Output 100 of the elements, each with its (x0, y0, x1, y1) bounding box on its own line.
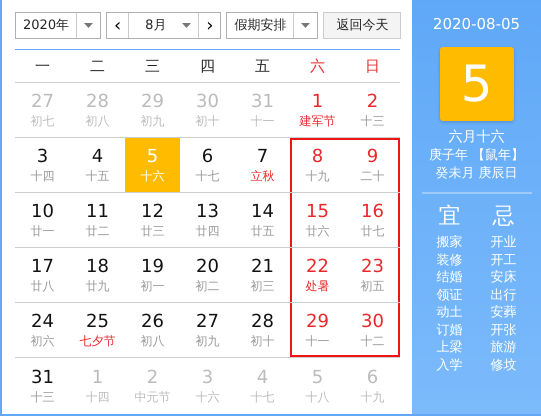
lunar-date: 中元节 (134, 388, 170, 404)
day-number: 2 (146, 366, 158, 388)
month-value: 8月 (144, 16, 168, 35)
today-button[interactable]: 返回今天 (323, 12, 402, 39)
day-number: 5 (312, 366, 324, 388)
lunar-date: 十三 (360, 113, 384, 129)
day-number: 12 (141, 201, 164, 223)
almanac-item: 旅游 (490, 339, 516, 356)
almanac-item: 安床 (490, 269, 516, 286)
day-number: 31 (251, 91, 274, 113)
day-cell[interactable]: 6 十七 (180, 138, 235, 192)
day-cell[interactable]: 19 初一 (125, 248, 180, 302)
lunar-date: 廿三 (140, 223, 164, 239)
day-number: 29 (141, 91, 164, 113)
day-cell[interactable]: 17 廿八 (15, 248, 70, 302)
day-cell[interactable]: 12 廿三 (125, 193, 180, 247)
day-cell[interactable]: 27 初九 (180, 303, 235, 357)
day-number: 30 (361, 311, 384, 333)
day-number: 24 (31, 311, 54, 333)
lunar-date: 十一 (306, 333, 330, 349)
day-number: 8 (312, 146, 324, 168)
day-cell[interactable]: 21 初三 (235, 248, 290, 302)
lunar-date: 初十 (196, 113, 220, 129)
weekday-label: 三 (144, 56, 161, 77)
lunar-date-text: 六月十六 (448, 128, 504, 147)
ganzhi-year: 庚子年 【鼠年】 (428, 147, 524, 165)
lunar-date: 十二 (360, 333, 384, 349)
day-cell[interactable]: 15 廿六 (290, 193, 345, 247)
almanac-item: 开张 (490, 322, 516, 339)
ganzhi-month-day: 癸未月 庚辰日 (435, 165, 518, 183)
day-number: 3 (36, 146, 48, 168)
day-number: 4 (256, 366, 268, 388)
day-cell[interactable]: 25 七夕节 (70, 303, 125, 357)
month-select[interactable]: ‹ 8月 › (106, 12, 222, 39)
day-cell[interactable]: 30 十二 (345, 303, 400, 357)
day-cell[interactable]: 3 十四 (15, 138, 70, 192)
lunar-date: 初一 (140, 278, 164, 294)
day-number: 31 (31, 366, 54, 388)
day-number: 15 (306, 201, 329, 223)
lunar-date: 初九 (196, 333, 220, 349)
caret-icon (301, 23, 310, 28)
weekday-label: 六 (309, 56, 326, 77)
almanac-item: 领证 (436, 286, 462, 304)
almanac-item: 上梁 (436, 339, 462, 356)
day-cell[interactable]: 1 建军节 (290, 83, 345, 137)
day-cell[interactable]: 2 十三 (345, 83, 400, 137)
day-number: 4 (92, 146, 104, 168)
almanac-item: 订婚 (436, 322, 462, 339)
day-number: 27 (196, 311, 219, 333)
caret-icon (84, 23, 94, 28)
lunar-date: 初十 (250, 333, 274, 349)
day-number: 16 (361, 201, 384, 223)
day-cell[interactable]: 11 廿二 (70, 193, 125, 247)
weekday-label: 日 (364, 56, 381, 77)
almanac-item: 入学 (436, 356, 462, 374)
day-number: 6 (202, 146, 214, 168)
lunar-date: 二十 (360, 168, 384, 184)
day-cell[interactable]: 10 廿一 (15, 193, 70, 247)
day-cell[interactable]: 4 十五 (70, 138, 125, 192)
day-cell[interactable]: 31 十三 (15, 358, 70, 413)
day-cell[interactable]: 28 初十 (235, 303, 290, 357)
day-cell[interactable]: 22 处暑 (290, 248, 345, 302)
lunar-date: 廿七 (360, 223, 384, 239)
lunar-date: 廿二 (86, 223, 110, 239)
day-cell[interactable]: 18 廿九 (70, 248, 125, 302)
day-number: 29 (306, 311, 329, 333)
lunar-date: 十八 (306, 388, 330, 404)
day-cell[interactable]: 8 十九 (290, 138, 345, 192)
day-number: 2 (366, 91, 378, 113)
lunar-date: 廿四 (196, 223, 220, 239)
lunar-date: 建军节 (300, 113, 336, 129)
lunar-date: 初八 (86, 113, 110, 129)
day-number: 21 (251, 256, 274, 278)
lunar-date: 十七 (250, 388, 274, 404)
day-number: 9 (366, 146, 378, 168)
day-cell[interactable]: 24 初六 (15, 303, 70, 357)
lunar-date: 廿五 (250, 223, 274, 239)
day-number: 1 (92, 366, 104, 388)
holiday-select[interactable]: 假期安排 (226, 12, 318, 39)
almanac-item: 开业 (490, 234, 516, 252)
day-number: 20 (196, 256, 219, 278)
day-cell[interactable]: 26 初八 (125, 303, 180, 357)
year-select[interactable]: 2020年 (15, 12, 102, 39)
lunar-date: 十四 (86, 388, 110, 404)
lunar-date: 十四 (30, 168, 54, 184)
day-cell[interactable]: 14 廿五 (235, 193, 290, 247)
day-cell[interactable]: 23 初五 (345, 248, 400, 302)
day-cell[interactable]: 16 廿七 (345, 193, 400, 247)
almanac-item: 安葬 (490, 304, 516, 322)
day-cell[interactable]: 9 二十 (345, 138, 400, 192)
almanac-item: 装修 (436, 252, 462, 269)
lunar-date: 十三 (30, 388, 54, 404)
day-cell[interactable]: 20 初二 (180, 248, 235, 302)
lunar-date: 初七 (30, 113, 54, 129)
day-number: 7 (256, 146, 268, 168)
day-cell[interactable]: 29 十一 (290, 303, 345, 357)
day-cell[interactable]: 13 廿四 (180, 193, 235, 247)
day-number: 30 (196, 91, 219, 113)
day-cell[interactable]: 7 立秋 (235, 138, 290, 192)
year-value: 2020年 (22, 16, 70, 35)
